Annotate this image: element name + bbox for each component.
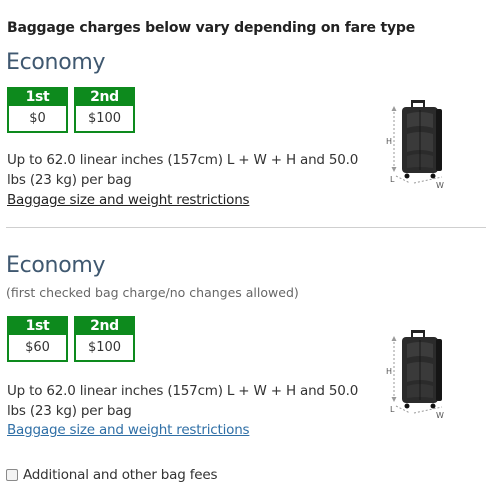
second-bag-label: 2nd bag [76, 89, 133, 122]
width-label: W [436, 411, 444, 420]
width-label: W [436, 181, 444, 190]
additional-fees-checkbox[interactable] [6, 469, 18, 481]
first-bag-price: $0 [29, 111, 46, 126]
additional-fees-label: Additional and other bag fees [23, 467, 218, 483]
suitcase-dimensions-icon: H L W [386, 330, 444, 420]
baggage-restrictions-link[interactable]: Baggage size and weight restrictions [7, 192, 250, 208]
baggage-intro-heading: Baggage charges below vary depending on … [7, 20, 416, 36]
fare-title: Economy [6, 50, 106, 75]
additional-fees-toggle[interactable]: Additional and other bag fees [6, 467, 218, 483]
first-bag-price: $60 [25, 340, 50, 355]
length-label: L [390, 405, 395, 414]
first-bag-label: 1st bag [9, 318, 66, 351]
fare-title: Economy [6, 253, 106, 278]
first-bag-label: 1st bag [9, 89, 66, 122]
second-bag-price: $100 [87, 111, 122, 126]
first-bag-charge: 1st bag $60 [7, 316, 68, 362]
first-bag-charge: 1st bag $0 [7, 87, 68, 133]
fare-section-economy-basic: Economy (first checked bag charge/no cha… [0, 250, 487, 460]
fare-section-economy: Economy 1st bag $0 2nd bag $100 Up to 62… [0, 48, 487, 228]
height-label: H [386, 137, 392, 146]
second-bag-price: $100 [87, 340, 122, 355]
section-divider [6, 227, 486, 228]
baggage-size-description: Up to 62.0 linear inches (157cm) L + W +… [7, 152, 359, 188]
height-label: H [386, 367, 392, 376]
length-label: L [390, 175, 395, 184]
second-bag-charge: 2nd bag $100 [74, 87, 135, 133]
second-bag-charge: 2nd bag $100 [74, 316, 135, 362]
second-bag-label: 2nd bag [76, 318, 133, 351]
baggage-restrictions-link[interactable]: Baggage size and weight restrictions [7, 422, 250, 438]
fare-subtitle: (first checked bag charge/no changes all… [6, 285, 299, 300]
suitcase-dimensions-icon: H L W [386, 100, 444, 190]
baggage-size-description: Up to 62.0 linear inches (157cm) L + W +… [7, 383, 359, 419]
